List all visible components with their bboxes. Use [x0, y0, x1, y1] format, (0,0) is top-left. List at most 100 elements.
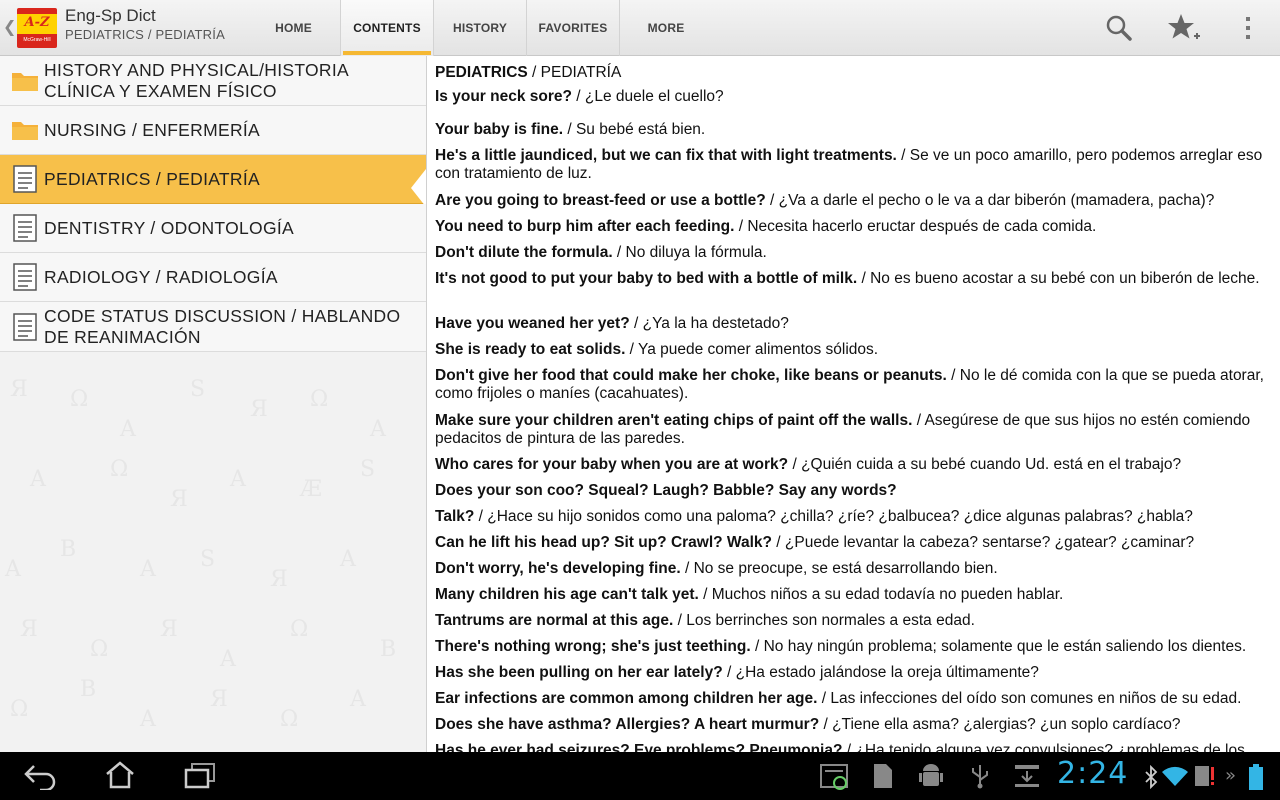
chevron-right-icon[interactable]: » — [1225, 765, 1236, 786]
phrase-separator: / — [788, 456, 802, 473]
wifi-icon[interactable] — [1161, 764, 1189, 788]
phrase-spanish: Su bebé está bien. — [575, 121, 706, 138]
sidebar-item-code-status[interactable]: CODE STATUS DISCUSSION / HABLANDO DE REA… — [0, 302, 426, 352]
selection-pointer — [411, 169, 426, 207]
phrase-english: Does your son coo? Squeal? Laugh? Babble… — [435, 482, 897, 499]
phrase-spanish: No diluya la fórmula. — [625, 244, 767, 261]
search-icon[interactable] — [1101, 10, 1137, 46]
phrase-spanish: No es bueno acostar a su bebé con un bib… — [870, 270, 1260, 287]
phrase-entry[interactable]: Don't worry, he's developing fine. / No … — [435, 560, 1275, 578]
phrase-entry[interactable]: Is your neck sore? / ¿Le duele el cuello… — [435, 88, 1275, 106]
phrase-entry[interactable]: She is ready to eat solids. / Ya puede c… — [435, 341, 1275, 359]
phrase-english: Has she been pulling on her ear lately? — [435, 664, 723, 681]
sd-card-icon[interactable] — [872, 762, 894, 790]
sidebar-item-label: PEDIATRICS / PEDIATRÍA — [44, 169, 260, 189]
phrase-entry[interactable]: Don't dilute the formula. / No diluya la… — [435, 244, 1275, 262]
phrase-entry[interactable]: Who cares for your baby when you are at … — [435, 456, 1275, 474]
phrase-entry[interactable]: He's a little jaundiced, but we can fix … — [435, 147, 1275, 183]
phrase-entry[interactable]: You need to burp him after each feeding.… — [435, 218, 1275, 236]
tab-home[interactable]: HOME — [247, 0, 340, 56]
sync-notification-icon[interactable] — [820, 763, 850, 791]
phrase-entry[interactable]: Don't give her food that could make her … — [435, 367, 1275, 403]
phrase-entry[interactable]: Has she been pulling on her ear lately? … — [435, 664, 1275, 682]
phrase-entry[interactable]: Many children his age can't talk yet. / … — [435, 586, 1275, 604]
phrase-entry[interactable]: It's not good to put your baby to bed wi… — [435, 270, 1275, 288]
overflow-menu-icon[interactable] — [1230, 10, 1266, 46]
home-icon[interactable] — [104, 760, 136, 790]
download-notification-icon[interactable] — [1013, 763, 1041, 789]
phrase-spanish: Muchos niños a su edad todavía no pueden… — [711, 586, 1064, 603]
phrase-spanish: ¿Ha tenido alguna vez convulsiones? ¿pro… — [855, 742, 1245, 752]
phrase-english: It's not good to put your baby to bed wi… — [435, 270, 858, 287]
phrase-entry[interactable]: Can he lift his head up? Sit up? Crawl? … — [435, 534, 1275, 552]
android-debug-icon[interactable] — [918, 762, 944, 790]
phrase-entry[interactable]: Tantrums are normal at this age. / Los b… — [435, 612, 1275, 630]
phrase-entry[interactable]: Does she have asthma? Allergies? A heart… — [435, 716, 1275, 734]
phrase-separator: / — [612, 244, 626, 261]
document-icon — [13, 165, 37, 193]
phrase-english: Many children his age can't talk yet. — [435, 586, 699, 603]
phrase-english: Can he lift his head up? Sit up? Crawl? … — [435, 534, 772, 551]
phrase-entry[interactable]: Have you weaned her yet? / ¿Ya la ha des… — [435, 315, 1275, 333]
sections-list-pane: ЯΩASЯΩA AΩЯAÆS ABASЯA ЯΩЯAΩB ΩBAЯΩA HIST… — [0, 56, 427, 752]
battery-icon[interactable] — [1248, 763, 1264, 791]
phrase-spanish: Los berrinches son normales a esta edad. — [686, 612, 975, 629]
phrase-english: He's a little jaundiced, but we can fix … — [435, 147, 897, 164]
back-icon[interactable] — [22, 762, 58, 790]
phrase-english: Make sure your children aren't eating ch… — [435, 412, 913, 429]
phrase-entry[interactable]: Are you going to breast-feed or use a bo… — [435, 192, 1275, 210]
usb-icon[interactable] — [968, 763, 992, 789]
status-clock: 2:24 — [1057, 756, 1129, 791]
app-logo[interactable]: A-Z McGraw-Hill — [17, 8, 57, 48]
phrase-entry[interactable]: Make sure your children aren't eating ch… — [435, 412, 1275, 448]
app-logo-brand: McGraw-Hill — [23, 37, 51, 43]
phrase-english: Who cares for your baby when you are at … — [435, 456, 789, 473]
sidebar-item-nursing[interactable]: NURSING / ENFERMERÍA — [0, 106, 426, 155]
phrase-content-pane[interactable]: PEDIATRICS / PEDIATRÍA Is your neck sore… — [427, 56, 1280, 752]
sidebar-item-history-and-physical[interactable]: HISTORY AND PHYSICAL/HISTORIA CLÍNICA Y … — [0, 56, 426, 106]
recent-apps-icon[interactable] — [184, 762, 216, 790]
bluetooth-icon[interactable] — [1144, 765, 1158, 789]
phrase-english: Talk? — [435, 508, 475, 525]
phrase-english: Tantrums are normal at this age. — [435, 612, 674, 629]
phrase-entry[interactable]: Does your son coo? Squeal? Laugh? Babble… — [435, 482, 1275, 500]
phrase-english: Ear infections are common among children… — [435, 690, 818, 707]
phrase-separator: / — [673, 612, 687, 629]
tab-favorites[interactable]: FAVORITES — [526, 0, 619, 56]
up-navigation-chevron-icon[interactable]: ❮ — [3, 17, 16, 36]
tab-contents[interactable]: CONTENTS — [340, 0, 433, 56]
warning-notification-icon[interactable] — [1193, 764, 1219, 788]
phrase-entry[interactable]: Has he ever had seizures? Eye problems? … — [435, 742, 1275, 752]
folder-icon — [12, 122, 38, 140]
phrase-separator: / — [765, 192, 779, 209]
phrase-separator: / — [563, 121, 576, 138]
phrase-english: She is ready to eat solids. — [435, 341, 626, 358]
phrase-english: Is your neck sore? — [435, 88, 572, 105]
phrase-spanish: ¿Quién cuida a su bebé cuando Ud. está e… — [801, 456, 1182, 473]
phrase-entry[interactable]: Talk? / ¿Hace su hijo sonidos como una p… — [435, 508, 1275, 526]
add-favorite-star-icon[interactable] — [1165, 10, 1201, 46]
phrase-entry[interactable]: Your baby is fine. / Su bebé está bien. — [435, 121, 1275, 139]
phrase-spanish: ¿Va a darle el pecho o le va a dar biber… — [778, 192, 1215, 209]
phrase-english: Your baby is fine. — [435, 121, 564, 138]
phrase-separator: / — [629, 315, 643, 332]
tab-more[interactable]: MORE — [619, 0, 712, 56]
sidebar-item-pediatrics[interactable]: PEDIATRICS / PEDIATRÍA — [0, 155, 426, 207]
tab-history[interactable]: HISTORY — [433, 0, 526, 56]
phrase-separator: / — [842, 742, 856, 752]
sidebar-item-radiology[interactable]: RADIOLOGY / RADIOLOGÍA — [0, 253, 426, 302]
phrase-english: Don't dilute the formula. — [435, 244, 613, 261]
phrase-spanish: Las infecciones del oído son comunes en … — [830, 690, 1242, 707]
phrase-separator: / — [857, 270, 871, 287]
phrase-entry[interactable]: There's nothing wrong; she's just teethi… — [435, 638, 1275, 656]
phrase-spanish: Necesita hacerlo eructar después de cada… — [747, 218, 1097, 235]
phrase-english: Have you weaned her yet? — [435, 315, 630, 332]
sidebar-item-dentistry[interactable]: DENTISTRY / ODONTOLOGÍA — [0, 204, 426, 253]
section-heading-es: PEDIATRÍA — [540, 64, 622, 81]
phrase-entry[interactable]: Ear infections are common among children… — [435, 690, 1275, 708]
sidebar-item-label: RADIOLOGY / RADIOLOGÍA — [44, 267, 278, 287]
phrase-separator: / — [896, 147, 910, 164]
phrase-separator: / — [722, 664, 736, 681]
phrase-english: Does she have asthma? Allergies? A heart… — [435, 716, 820, 733]
section-heading-separator: / — [527, 64, 541, 81]
